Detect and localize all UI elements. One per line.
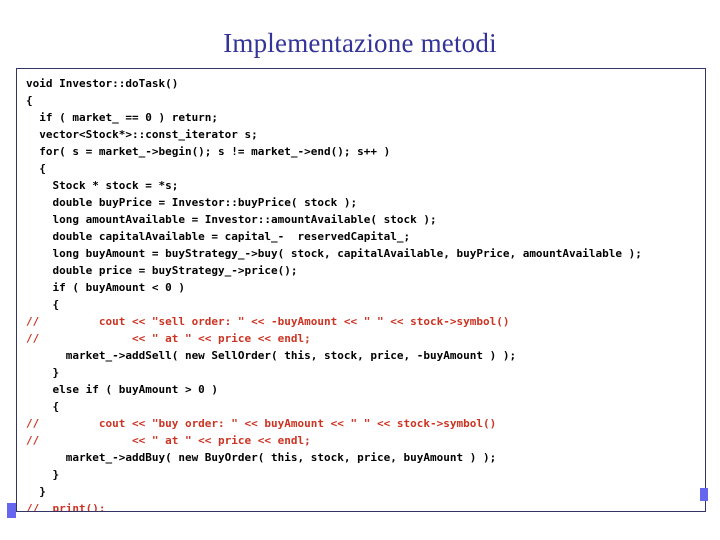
code-line: { xyxy=(26,94,33,107)
left-edge-marker xyxy=(7,503,16,518)
code-line: vector<Stock*>::const_iterator s; xyxy=(26,128,258,141)
code-line: market_->addBuy( new BuyOrder( this, sto… xyxy=(26,451,497,464)
code-line: void Investor::doTask() xyxy=(26,77,179,90)
page-title: Implementazione metodi xyxy=(223,28,497,58)
code-line: market_->addSell( new SellOrder( this, s… xyxy=(26,349,517,362)
code-line: double price = buyStrategy_->price(); xyxy=(26,264,298,277)
code-line: long buyAmount = buyStrategy_->buy( stoc… xyxy=(26,247,642,260)
code-line: double buyPrice = Investor::buyPrice( st… xyxy=(26,196,358,209)
code-line: { xyxy=(26,298,60,311)
code-line: } xyxy=(26,485,46,498)
code-line: if ( market_ == 0 ) return; xyxy=(26,111,219,124)
code-line: if ( buyAmount < 0 ) xyxy=(26,281,185,294)
code-line: { xyxy=(26,400,60,413)
code-line: else if ( buyAmount > 0 ) xyxy=(26,383,219,396)
code-line: for( s = market_->begin(); s != market_-… xyxy=(26,145,391,158)
code-line: // << " at " << price << endl; xyxy=(26,332,311,345)
code-line: // print(); xyxy=(26,502,106,512)
code-line: } xyxy=(26,468,60,481)
code-block-container: void Investor::doTask(){ if ( market_ ==… xyxy=(16,68,706,512)
code-line-list: void Investor::doTask(){ if ( market_ ==… xyxy=(26,75,705,512)
code-line: // cout << "sell order: " << -buyAmount … xyxy=(26,315,510,328)
code-line: // cout << "buy order: " << buyAmount <<… xyxy=(26,417,497,430)
code-line: Stock * stock = *s; xyxy=(26,179,179,192)
code-line: // << " at " << price << endl; xyxy=(26,434,311,447)
code-line: } xyxy=(26,366,60,379)
code-line: { xyxy=(26,162,46,175)
code-line: long amountAvailable = Investor::amountA… xyxy=(26,213,437,226)
right-edge-marker xyxy=(700,488,708,501)
code-line: double capitalAvailable = capital_- rese… xyxy=(26,230,411,243)
slide-canvas: Implementazione metodi void Investor::do… xyxy=(0,0,720,540)
